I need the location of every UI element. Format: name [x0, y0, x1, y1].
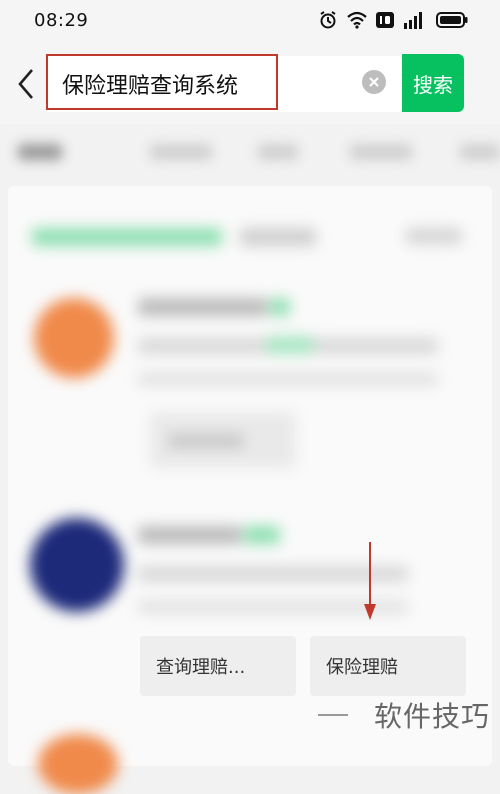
- 4g-signal-icon: [404, 12, 422, 29]
- battery-icon: [436, 12, 468, 28]
- watermark-line: [318, 714, 348, 716]
- watermark-text: 软件技巧: [373, 700, 490, 733]
- chip-insurance-claims-label: 保险理赔: [326, 657, 398, 678]
- filter-tabs: [0, 124, 500, 180]
- chip-insurance-claims[interactable]: 保险理赔: [310, 636, 466, 696]
- back-arrow-icon[interactable]: [14, 66, 38, 102]
- wifi-icon: [347, 11, 367, 29]
- status-time: 08:29: [34, 10, 89, 31]
- chip-query-claims[interactable]: 查询理赔...: [140, 636, 296, 696]
- tab-4[interactable]: [350, 144, 412, 160]
- tab-3[interactable]: [258, 144, 298, 160]
- chip-query-claims-label: 查询理赔...: [156, 657, 246, 678]
- status-bar: 08:29: [0, 0, 500, 44]
- result-avatar-2[interactable]: [30, 518, 124, 612]
- hd-icon: [376, 12, 394, 28]
- status-icons: [318, 10, 468, 30]
- result-avatar[interactable]: [34, 298, 114, 378]
- alarm-icon: [320, 11, 336, 29]
- tab-1[interactable]: [18, 144, 62, 160]
- clear-icon[interactable]: [362, 70, 386, 94]
- search-query-text[interactable]: 保险理赔查询系统: [62, 68, 238, 100]
- annotation-arrow-icon: [364, 542, 376, 620]
- tab-5[interactable]: [460, 144, 500, 160]
- tab-2[interactable]: [150, 144, 212, 160]
- search-button[interactable]: 搜索: [402, 54, 464, 112]
- search-bar: 保险理赔查询系统 搜索: [0, 44, 500, 124]
